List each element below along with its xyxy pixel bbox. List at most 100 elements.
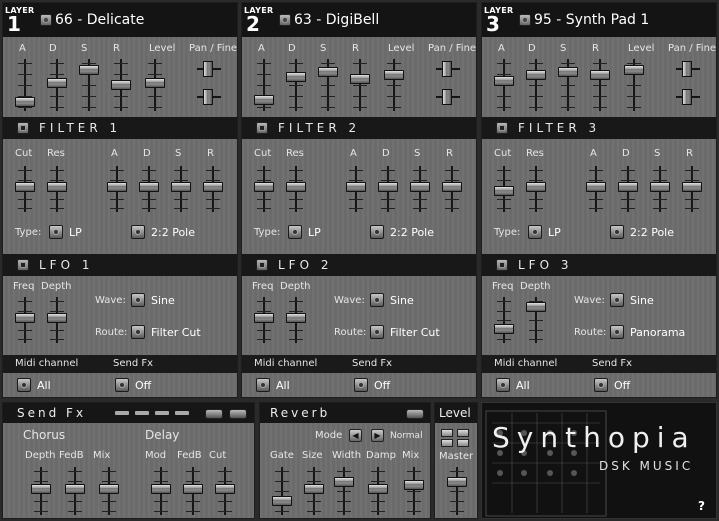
env-fader-level-knob[interactable] bbox=[624, 65, 644, 75]
lfo-freq-fader-knob[interactable] bbox=[494, 324, 514, 334]
env-fader-level-knob[interactable] bbox=[145, 78, 165, 88]
reverb-fader-4[interactable] bbox=[368, 467, 388, 515]
fine-slider[interactable] bbox=[676, 89, 700, 105]
level-button-1[interactable] bbox=[441, 429, 453, 437]
sendfx-fader-1[interactable] bbox=[31, 467, 51, 515]
reverb-fader-2-knob[interactable] bbox=[304, 484, 324, 494]
reverb-fader-2[interactable] bbox=[304, 467, 324, 515]
reverb-fader-3[interactable] bbox=[334, 467, 354, 515]
sendfx-fader-2[interactable] bbox=[65, 467, 85, 515]
filter-pole-button[interactable] bbox=[131, 225, 145, 239]
env-fader-a-knob[interactable] bbox=[494, 76, 514, 86]
midi-channel-button[interactable] bbox=[256, 378, 270, 392]
mode-prev-button[interactable]: ◀ bbox=[349, 429, 362, 442]
filter-fader-r[interactable] bbox=[442, 166, 462, 212]
filter-fader-d-knob[interactable] bbox=[139, 182, 159, 192]
preset-button[interactable] bbox=[279, 14, 291, 26]
filter-fader-cut[interactable] bbox=[494, 166, 514, 212]
env-fader-d[interactable] bbox=[286, 59, 306, 111]
reverb-fader-5-knob[interactable] bbox=[404, 480, 424, 490]
preset-button[interactable] bbox=[519, 14, 531, 26]
filter-enable-button[interactable] bbox=[17, 122, 29, 134]
lfo-enable-button[interactable] bbox=[496, 259, 508, 271]
env-fader-r-knob[interactable] bbox=[350, 74, 370, 84]
reverb-fader-5[interactable] bbox=[404, 467, 424, 515]
sendfx-toggle-1[interactable] bbox=[205, 409, 223, 419]
env-fader-level[interactable] bbox=[624, 59, 644, 111]
filter-fader-r-knob[interactable] bbox=[203, 182, 223, 192]
filter-fader-d[interactable] bbox=[378, 166, 398, 212]
env-fader-s-knob[interactable] bbox=[558, 67, 578, 77]
filter-fader-cut-knob[interactable] bbox=[494, 186, 514, 196]
env-fader-level[interactable] bbox=[384, 59, 404, 111]
reverb-fader-4-knob[interactable] bbox=[368, 484, 388, 494]
preset-button[interactable] bbox=[40, 14, 52, 26]
sendfx-fader-2-knob[interactable] bbox=[65, 484, 85, 494]
filter-fader-r-knob[interactable] bbox=[442, 182, 462, 192]
env-fader-d[interactable] bbox=[47, 59, 67, 111]
filter-fader-s[interactable] bbox=[171, 166, 191, 212]
filter-fader-d[interactable] bbox=[139, 166, 159, 212]
filter-type-button[interactable] bbox=[49, 225, 63, 239]
filter-enable-button[interactable] bbox=[256, 122, 268, 134]
lfo-wave-button[interactable] bbox=[610, 293, 624, 307]
filter-type-button[interactable] bbox=[288, 225, 302, 239]
filter-fader-res-knob[interactable] bbox=[47, 182, 67, 192]
lfo-freq-fader[interactable] bbox=[15, 297, 35, 343]
fine-slider[interactable] bbox=[197, 89, 221, 105]
filter-fader-d[interactable] bbox=[618, 166, 638, 212]
env-fader-s[interactable] bbox=[79, 59, 99, 111]
mode-next-button[interactable]: ▶ bbox=[371, 429, 384, 442]
layer-sendfx-button[interactable] bbox=[354, 378, 368, 392]
filter-fader-cut-knob[interactable] bbox=[15, 182, 35, 192]
fine-slider-knob[interactable] bbox=[682, 89, 692, 105]
env-fader-d-knob[interactable] bbox=[526, 70, 546, 80]
filter-fader-res[interactable] bbox=[526, 166, 546, 212]
midi-channel-button[interactable] bbox=[496, 378, 510, 392]
pan-slider[interactable] bbox=[197, 61, 221, 77]
filter-fader-cut[interactable] bbox=[254, 166, 274, 212]
filter-fader-s[interactable] bbox=[650, 166, 670, 212]
env-fader-s-knob[interactable] bbox=[318, 67, 338, 77]
env-fader-d-knob[interactable] bbox=[286, 72, 306, 82]
env-fader-a-knob[interactable] bbox=[254, 95, 274, 105]
filter-fader-res-knob[interactable] bbox=[286, 182, 306, 192]
reverb-fader-1-knob[interactable] bbox=[272, 496, 292, 506]
pan-slider-knob[interactable] bbox=[203, 61, 213, 77]
filter-fader-d-knob[interactable] bbox=[378, 182, 398, 192]
fine-slider[interactable] bbox=[436, 89, 460, 105]
sendfx-fader-5-knob[interactable] bbox=[183, 484, 203, 494]
filter-type-button[interactable] bbox=[528, 225, 542, 239]
layer-sendfx-button[interactable] bbox=[115, 378, 129, 392]
env-fader-r-knob[interactable] bbox=[590, 70, 610, 80]
lfo-wave-button[interactable] bbox=[131, 293, 145, 307]
filter-fader-a[interactable] bbox=[346, 166, 366, 212]
filter-pole-button[interactable] bbox=[370, 225, 384, 239]
sendfx-fader-5[interactable] bbox=[183, 467, 203, 515]
lfo-depth-fader[interactable] bbox=[47, 297, 67, 343]
filter-fader-cut[interactable] bbox=[15, 166, 35, 212]
env-fader-a[interactable] bbox=[254, 59, 274, 111]
env-fader-s[interactable] bbox=[318, 59, 338, 111]
filter-fader-res-knob[interactable] bbox=[526, 182, 546, 192]
midi-channel-button[interactable] bbox=[17, 378, 31, 392]
env-fader-level-knob[interactable] bbox=[384, 70, 404, 80]
pan-slider-knob[interactable] bbox=[682, 61, 692, 77]
fine-slider-knob[interactable] bbox=[203, 89, 213, 105]
env-fader-r-knob[interactable] bbox=[111, 80, 131, 90]
filter-fader-d-knob[interactable] bbox=[618, 182, 638, 192]
lfo-wave-button[interactable] bbox=[370, 293, 384, 307]
filter-fader-a[interactable] bbox=[586, 166, 606, 212]
sendfx-fader-6-knob[interactable] bbox=[215, 484, 235, 494]
level-button-4[interactable] bbox=[457, 439, 469, 447]
env-fader-level[interactable] bbox=[145, 59, 165, 111]
lfo-enable-button[interactable] bbox=[256, 259, 268, 271]
filter-fader-a-knob[interactable] bbox=[586, 182, 606, 192]
pan-slider[interactable] bbox=[676, 61, 700, 77]
lfo-route-button[interactable] bbox=[131, 325, 145, 339]
filter-pole-button[interactable] bbox=[610, 225, 624, 239]
env-fader-a-knob[interactable] bbox=[15, 97, 35, 107]
lfo-depth-fader-knob[interactable] bbox=[47, 313, 67, 323]
pan-slider[interactable] bbox=[436, 61, 460, 77]
level-button-2[interactable] bbox=[457, 429, 469, 437]
